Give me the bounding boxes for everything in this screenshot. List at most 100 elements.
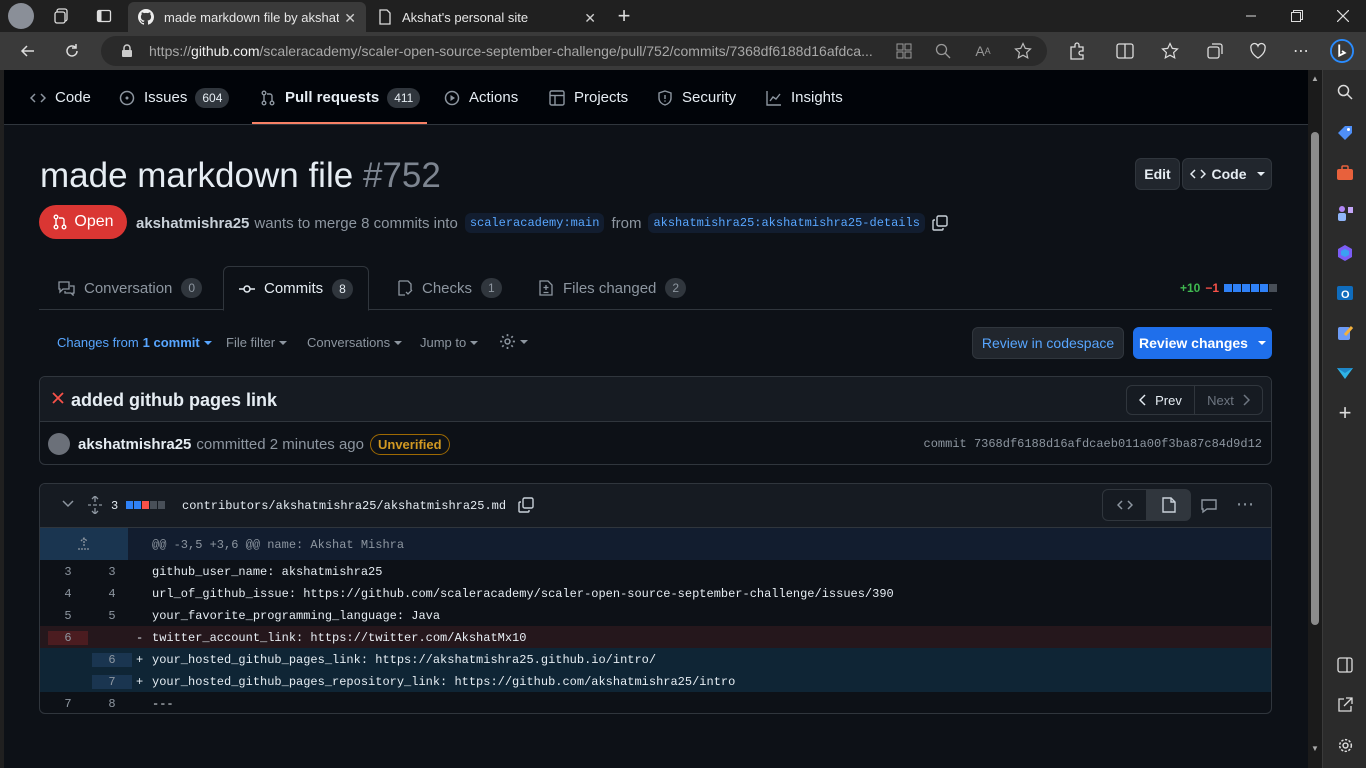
- app-available-icon[interactable]: [894, 41, 914, 61]
- url-text[interactable]: https://github.com/scaleracademy/scaler-…: [149, 43, 889, 59]
- outlook-icon[interactable]: O: [1333, 281, 1357, 305]
- add-sidebar-app-icon[interactable]: +: [1333, 400, 1357, 425]
- tab-files-changed[interactable]: Files changed 2: [538, 266, 687, 310]
- pr-author-link[interactable]: akshatmishra25: [136, 215, 249, 232]
- more-menu-icon[interactable]: ⋯: [1289, 39, 1313, 63]
- tab-checks[interactable]: Checks 1: [397, 266, 502, 310]
- new-line-number[interactable]: 8: [92, 697, 132, 711]
- old-line-number[interactable]: 4: [48, 587, 88, 601]
- code-dropdown-button[interactable]: Code: [1182, 158, 1272, 190]
- profile-avatar[interactable]: [8, 3, 34, 29]
- rich-diff-button[interactable]: [1146, 489, 1191, 521]
- commit-sha[interactable]: commit 7368df6188d16afdcaeb011a00f3ba87c…: [924, 437, 1262, 451]
- refresh-icon[interactable]: [60, 39, 84, 63]
- file-filter-dropdown[interactable]: File filter: [226, 335, 288, 350]
- minimize-icon[interactable]: [1228, 0, 1274, 32]
- file-diff-icon: [538, 280, 554, 296]
- copy-icon[interactable]: [932, 215, 948, 231]
- repo-nav-issues[interactable]: Issues 604: [119, 70, 230, 125]
- file-path[interactable]: contributors/akshatmishra25/akshatmishra…: [182, 499, 506, 513]
- repo-nav-code[interactable]: Code: [30, 70, 91, 125]
- lock-icon[interactable]: [117, 41, 137, 61]
- collections-icon[interactable]: [1203, 39, 1227, 63]
- designer-icon[interactable]: [1333, 321, 1357, 345]
- drop-icon[interactable]: [1333, 361, 1357, 385]
- changes-from-dropdown[interactable]: Changes from 1 commit: [57, 335, 212, 350]
- chevron-down-icon[interactable]: [62, 500, 74, 508]
- restore-icon[interactable]: [1274, 0, 1320, 32]
- read-aloud-icon[interactable]: AA: [973, 41, 993, 61]
- search-icon[interactable]: [1333, 80, 1357, 104]
- games-icon[interactable]: [1333, 201, 1357, 225]
- old-line-number[interactable]: 3: [48, 565, 88, 579]
- browser-tab-active[interactable]: made markdown file by akshatmishra25 ✕: [128, 2, 366, 32]
- favorites-icon[interactable]: [1158, 39, 1182, 63]
- hide-sidebar-icon[interactable]: [1333, 653, 1357, 677]
- old-line-number[interactable]: 5: [48, 609, 88, 623]
- old-line-number[interactable]: 7: [48, 697, 88, 711]
- repo-nav-projects-label: Projects: [574, 89, 629, 106]
- unfold-icon[interactable]: [87, 496, 103, 514]
- new-line-number[interactable]: 3: [92, 565, 132, 579]
- settings-gear-icon[interactable]: [1333, 733, 1357, 757]
- edge-sidebar: O +: [1322, 70, 1366, 768]
- tools-icon[interactable]: [1333, 161, 1357, 185]
- favorite-star-icon[interactable]: [1013, 41, 1033, 61]
- copilot-icon[interactable]: [1333, 241, 1357, 265]
- scroll-up-icon[interactable]: ▲: [1311, 74, 1319, 83]
- base-branch[interactable]: scaleracademy:main: [464, 213, 605, 233]
- copy-icon[interactable]: [518, 497, 534, 513]
- repo-nav-security[interactable]: Security: [657, 70, 736, 125]
- repo-nav-projects[interactable]: Projects: [549, 70, 628, 125]
- code-icon: [1189, 166, 1206, 182]
- jump-to-dropdown[interactable]: Jump to: [420, 335, 479, 350]
- new-line-number[interactable]: 5: [92, 609, 132, 623]
- review-in-codespace-button[interactable]: Review in codespace: [972, 327, 1124, 359]
- tab-actions-icon[interactable]: [92, 4, 116, 28]
- next-commit-button[interactable]: Next: [1195, 386, 1262, 414]
- chevron-left-icon: [1139, 394, 1147, 406]
- new-tab-icon[interactable]: +: [612, 3, 636, 28]
- commit-author-link[interactable]: akshatmishra25: [78, 436, 191, 453]
- kebab-menu-icon[interactable]: ⋯: [1236, 494, 1254, 515]
- comment-icon[interactable]: [1201, 498, 1217, 514]
- new-line-number[interactable]: 4: [92, 587, 132, 601]
- close-tab-icon[interactable]: ✕: [344, 10, 356, 27]
- diff-line-deleted: 6 - twitter_account_link: https://twitter.…: [40, 626, 1271, 648]
- tab-commits[interactable]: Commits 8: [223, 266, 369, 311]
- extensions-icon[interactable]: [1065, 39, 1089, 63]
- tab-conversation[interactable]: Conversation 0: [58, 266, 203, 310]
- avatar[interactable]: [48, 433, 70, 455]
- close-tab-icon[interactable]: ✕: [584, 10, 596, 27]
- zoom-icon[interactable]: [933, 41, 953, 61]
- bing-copilot-icon[interactable]: [1330, 39, 1354, 63]
- conversations-dropdown[interactable]: Conversations: [307, 335, 403, 350]
- browser-essentials-icon[interactable]: [1246, 39, 1270, 63]
- scrollbar-thumb[interactable]: [1311, 132, 1319, 625]
- edit-button[interactable]: Edit: [1135, 158, 1180, 190]
- address-bar[interactable]: https://github.com/scaleracademy/scaler-…: [101, 36, 1047, 66]
- head-branch[interactable]: akshatmishra25:akshatmishra25-details: [648, 213, 925, 233]
- new-line-number[interactable]: 7: [92, 675, 132, 689]
- diff-settings-dropdown[interactable]: [499, 333, 528, 350]
- prev-commit-button[interactable]: Prev: [1127, 386, 1195, 414]
- shopping-tag-icon[interactable]: [1333, 121, 1357, 145]
- source-diff-button[interactable]: [1102, 489, 1147, 521]
- diff-line-added: 6 + your_hosted_github_pages_link: https:/…: [40, 648, 1271, 670]
- old-line-number[interactable]: 6: [48, 631, 88, 645]
- repo-nav-actions[interactable]: Actions: [444, 70, 518, 125]
- expand-up-icon[interactable]: [40, 528, 128, 560]
- review-changes-button[interactable]: Review changes: [1133, 327, 1272, 359]
- back-icon[interactable]: [16, 39, 40, 63]
- unverified-badge[interactable]: Unverified: [369, 433, 450, 455]
- workspaces-icon[interactable]: [50, 4, 74, 28]
- repo-nav-insights[interactable]: Insights: [766, 70, 843, 125]
- repo-nav-pull-requests[interactable]: Pull requests 411: [260, 70, 421, 125]
- scroll-down-icon[interactable]: ▼: [1311, 744, 1319, 753]
- split-screen-icon[interactable]: [1113, 39, 1137, 63]
- page-scrollbar[interactable]: ▲ ▼: [1308, 70, 1322, 768]
- external-link-icon[interactable]: [1333, 693, 1357, 717]
- browser-tab[interactable]: Akshat's personal site ✕: [368, 2, 606, 32]
- close-window-icon[interactable]: [1320, 0, 1366, 32]
- new-line-number[interactable]: 6: [92, 653, 132, 667]
